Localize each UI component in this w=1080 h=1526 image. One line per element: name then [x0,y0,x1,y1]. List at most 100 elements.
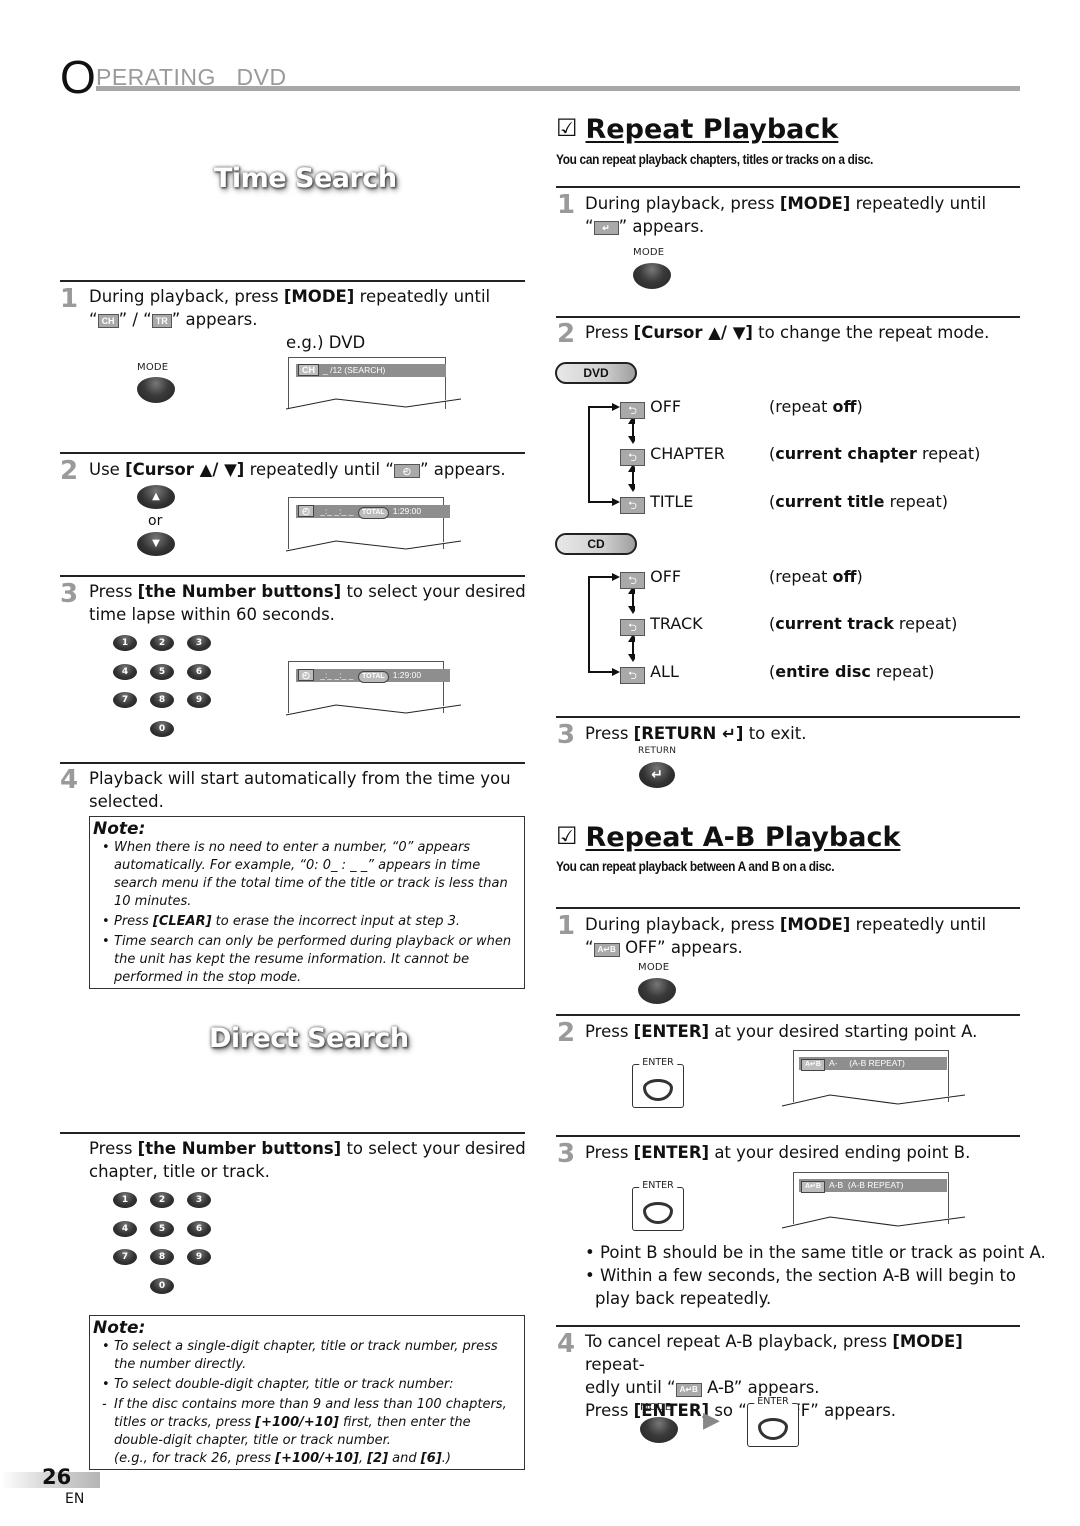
repeat-step-3-text: Press [RETURN ↵] to exit. [585,724,807,743]
checkbox-icon: ☑ [556,822,578,850]
note-title: Note: [93,819,146,839]
clock-icon: ◴ [298,669,314,681]
enter-button-label: ENTER [639,1057,677,1068]
cd-mode-all: ⮌ ALL [620,662,679,684]
repeat-icon: ⮌ [620,449,645,466]
number-button-7[interactable]: 7 [113,692,137,708]
divider [60,1132,525,1134]
screen-edge [286,398,462,410]
page-language: EN [65,1491,85,1507]
enter-button[interactable]: ENTER [747,1396,799,1447]
bullet-item: • Within a few seconds, the section A-B … [585,1266,1017,1285]
mode-button-label: MODE [638,962,670,973]
track-icon: TR [151,314,172,328]
return-button[interactable]: ↵ [639,762,675,788]
screen-edge [286,540,462,552]
clock-icon: ◴ [393,464,420,478]
divider [556,716,1020,718]
number-button-0[interactable]: 0 [150,721,174,737]
mode-description: (current title repeat) [769,492,948,511]
ab-repeat-icon: A↵B [801,1181,825,1193]
dvd-mode-off: ⮌ OFF [620,397,681,419]
number-button-4[interactable]: 4 [113,664,137,680]
step-3-text: Press [the Number buttons] to select you… [89,582,526,624]
repeat-icon: ↵ [593,221,619,235]
number-button-1[interactable]: 1 [113,635,137,651]
repeat-icon: ⮌ [620,572,645,589]
cursor-up-button[interactable]: ▲ [137,485,175,509]
cd-mode-off: ⮌ OFF [620,567,681,589]
time-search-title: Time Search [214,163,397,194]
mode-description: (entire disc repeat) [769,662,935,681]
repeat-icon: ⮌ [620,402,645,419]
number-button-4[interactable]: 4 [113,1221,137,1237]
number-button-5[interactable]: 5 [150,664,174,680]
dvd-badge: DVD [555,362,637,384]
step-number: 1 [557,190,576,220]
number-button-9[interactable]: 9 [187,692,211,708]
repeat-playback-heading: ☑ Repeat Playback [556,114,839,145]
mode-description: (current chapter repeat) [769,444,981,463]
ab-repeat-icon: A↵B [593,943,620,957]
enter-button[interactable]: ENTER [632,1057,684,1108]
number-button-3[interactable]: 3 [187,1192,211,1208]
mode-button[interactable] [640,1417,678,1443]
number-button-3[interactable]: 3 [187,635,211,651]
chapter-icon: CH [97,314,119,328]
divider [556,1135,1020,1137]
enter-button[interactable]: ENTER [632,1180,684,1231]
step-4-text: Playback will start automatically from t… [89,769,511,811]
divider [60,575,525,577]
repeat-icon: ⮌ [620,497,645,514]
repeat-step-1-text: During playback, press [MODE] repeatedly… [585,194,987,236]
ab-step-3-text: Press [ENTER] at your desired ending poi… [585,1143,971,1162]
osd-total-time: 1:29:00 [392,670,422,680]
screen-edge [781,1094,966,1107]
osd-text: A- (A-B REPEAT) [828,1058,905,1068]
number-button-7[interactable]: 7 [113,1249,137,1265]
note-item: (e.g., for track 26, press [+100/+10], [… [114,1451,451,1466]
total-badge: TOTAL [358,507,389,519]
number-button-1[interactable]: 1 [113,1192,137,1208]
note-item: • Press [CLEAR] to erase the incorrect in… [102,914,460,929]
enter-button-label: ENTER [639,1180,677,1191]
repeat-icon: ⮌ [620,619,645,636]
osd-total-time: 1:29:00 [392,506,422,516]
or-label: or [148,513,163,529]
step-number: 2 [60,456,79,486]
enter-button-label: ENTER [754,1396,792,1407]
note-item: • To select a single-digit chapter, title… [102,1339,498,1372]
divider [60,452,525,454]
step-2-text: Use [Cursor ▲/ ▼] repeatedly until “◴” a… [89,460,506,479]
step-1-text: During playback, press [MODE] repeatedly… [89,287,491,329]
ab-step-2-text: Press [ENTER] at your desired starting p… [585,1022,978,1041]
cd-badge: CD [555,533,637,555]
enter-ring-icon [643,1079,673,1101]
mode-button[interactable] [633,263,671,289]
note-item: - If the disc contains more than 9 and le… [102,1397,507,1448]
number-button-6[interactable]: 6 [187,1221,211,1237]
cursor-down-button[interactable]: ▼ [137,532,175,556]
osd-text: A-B (A-B REPEAT) [828,1180,904,1190]
bullet-item: • Point B should be in the same title or… [585,1243,1046,1262]
divider [556,1014,1020,1016]
enter-ring-icon [643,1202,673,1224]
note-box: Note: • When there is no need to enter a … [89,816,525,989]
number-button-2[interactable]: 2 [150,635,174,651]
step-number: 1 [60,284,79,314]
mode-button-label: MODE [137,362,169,373]
number-button-0[interactable]: 0 [150,1278,174,1294]
direct-search-step: Press [the Number buttons] to select you… [89,1139,526,1181]
number-button-8[interactable]: 8 [150,1249,174,1265]
number-button-9[interactable]: 9 [187,1249,211,1265]
number-button-6[interactable]: 6 [187,664,211,680]
mode-description: (current track repeat) [769,614,958,633]
divider [556,1325,1020,1327]
repeat-ab-heading: ☑ Repeat A-B Playback [556,822,901,853]
number-button-8[interactable]: 8 [150,692,174,708]
mode-button[interactable] [638,978,676,1004]
number-button-5[interactable]: 5 [150,1221,174,1237]
screen-edge [781,1216,966,1229]
mode-button[interactable] [137,377,175,403]
number-button-2[interactable]: 2 [150,1192,174,1208]
